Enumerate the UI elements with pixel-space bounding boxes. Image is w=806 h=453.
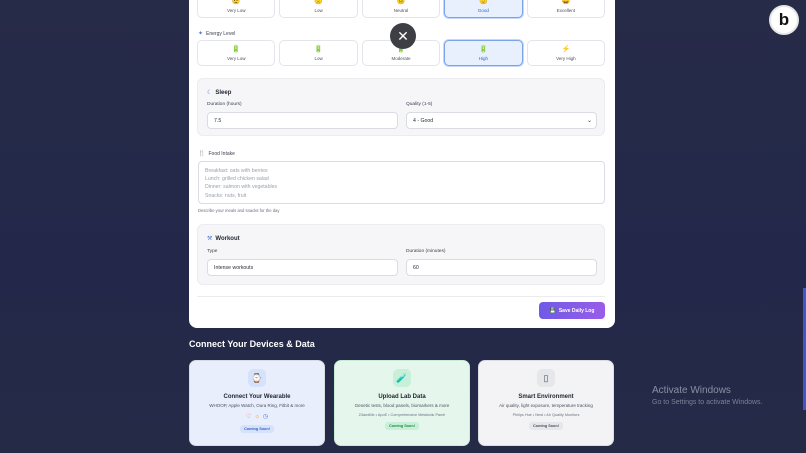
activate-windows-title: Activate Windows [652,385,731,396]
tablet-icon: ▯ [537,369,555,387]
mood-face-icon: 😄 [561,0,571,5]
workout-type-label: Type [207,249,218,254]
mood-face-icon: 😟 [231,0,241,5]
mood-option-good[interactable]: 🙂 Good [444,0,523,18]
lightning-icon: ⚡ [561,45,571,53]
activate-windows-subtitle: Go to Settings to activate Windows. [652,399,763,406]
chevron-down-icon: ⌄ [586,118,592,124]
food-intake-label: 🍴 Food Intake [198,150,235,158]
clock-icon: ◷ [262,414,269,420]
sleep-quality-label: Quality (1-5) [406,102,433,107]
devices-heading: Connect Your Devices & Data [189,339,315,349]
device-card-title: Connect Your Wearable [223,394,291,400]
sleep-quality-select[interactable]: 4 - Good ⌄ [406,112,597,129]
sleep-title-text: Sleep [215,89,232,96]
food-intake-text: Food Intake [208,150,235,157]
energy-option-high[interactable]: 🔋 High [444,40,523,66]
workout-duration-label: Duration (minutes) [406,249,446,254]
save-icon: 💾 [549,307,556,314]
device-card-lab[interactable]: 🧪 Upload Lab Data Genetic tests, blood p… [334,360,470,446]
energy-level-label: ✦ Energy Level [198,30,236,38]
watch-icon: ⌚ [248,369,266,387]
save-daily-log-button[interactable]: 💾 Save Daily Log [539,302,605,319]
sparkle-icon: ✦ [198,31,204,37]
food-intake-hint: Describe your meals and snacks for the d… [198,208,280,213]
sleep-duration-label: Duration (hours) [207,102,242,107]
device-card-desc: Genetic tests, blood panels, biomarkers … [354,403,450,408]
device-card-desc: WHOOP, Apple Watch, Oura Ring, Fitbit & … [209,403,305,408]
logo-letter: b [778,10,790,29]
device-card-environment[interactable]: ▯ Smart Environment Air quality, light e… [478,360,614,446]
close-icon[interactable]: ✕ [390,23,416,49]
brand-logo[interactable]: b [769,5,799,35]
workout-type-input[interactable]: Intense workouts [207,259,398,276]
coming-soon-badge: Coming Soon! [529,422,563,430]
mood-option-label: Very Low [226,7,246,13]
food-intake-textarea[interactable]: Breakfast: oats with berries Lunch: gril… [198,161,605,204]
energy-option-label: Very Low [226,55,246,61]
mood-option-low[interactable]: 🙁 Low [279,0,358,18]
form-divider [197,296,605,297]
mood-option-label: Excellent [556,7,575,13]
energy-option-label: High [478,55,489,61]
energy-level-text: Energy Level [206,30,236,37]
battery-icon: 🔋 [231,45,241,53]
placeholder-line: Dinner: salmon with vegetables [205,184,278,191]
mood-face-icon: 🙁 [314,0,323,5]
save-button-label: Save Daily Log [558,307,595,314]
placeholder-line: Lunch: grilled chicken salad [205,176,269,183]
mood-face-icon: 🙂 [479,0,488,5]
placeholder-line: Snacks: nuts, fruit [205,192,247,199]
placeholder-line: Breakfast: oats with berries [205,168,268,174]
test-tube-icon: 🧪 [393,369,411,387]
energy-option-label: Very High [556,55,576,61]
coming-soon-badge: Coming Soon! [385,422,419,430]
workout-title-text: Workout [215,235,240,242]
mood-option-label: Neutral [393,7,409,13]
sleep-duration-input[interactable]: 7.5 [207,112,398,129]
device-card-desc: Air quality, light exposure, temperature… [499,403,593,408]
device-card-title: Upload Lab Data [378,394,426,400]
device-card-wearable[interactable]: ⌚ Connect Your Wearable WHOOP, Apple Wat… [189,360,325,446]
device-card-sub: 23andMe • ApoE • Comprehensive Metabolic… [358,413,446,417]
mood-option-label: Low [314,7,323,13]
sleep-quality-value: 4 - Good [413,117,434,124]
heart-icon: ♡ [245,414,252,420]
mood-face-icon: 😐 [396,0,406,5]
mood-option-excellent[interactable]: 😄 Excellent [526,0,606,18]
dumbbell-icon: ⚒ [207,236,213,242]
energy-option-label: Moderate [391,55,411,61]
daily-log-card: 😟 Very Low 🙁 Low 😐 Neutral 🙂 Good 😄 Excellent… [189,0,615,328]
device-card-title: Smart Environment [518,394,574,400]
battery-icon: 🔋 [479,45,488,53]
energy-option-label: Low [314,55,323,61]
wearable-mini-icons: ♡ ☼ ◷ [245,413,269,421]
sleep-title: ☾ Sleep [207,89,232,97]
energy-option-very-high[interactable]: ⚡ Very High [526,40,606,66]
mood-option-neutral[interactable]: 😐 Neutral [361,0,441,18]
sun-icon: ☼ [254,413,260,420]
device-card-sub: Philips Hue • Nest • Air Quality Monitor… [512,413,580,417]
utensils-icon: 🍴 [198,151,206,157]
moon-icon: ☾ [207,90,213,96]
workout-panel: ⚒ Workout Type Intense workouts Duration… [197,224,605,285]
mood-option-very-low[interactable]: 😟 Very Low [197,0,276,18]
energy-option-low[interactable]: 🔋 Low [279,40,358,66]
mood-options: 😟 Very Low 🙁 Low 😐 Neutral 🙂 Good 😄 Excellent [197,0,606,18]
energy-option-very-low[interactable]: 🔋 Very Low [197,40,276,66]
battery-icon: 🔋 [314,45,323,53]
workout-duration-input[interactable]: 60 [406,259,597,276]
mood-option-label: Good [477,7,489,13]
workout-title: ⚒ Workout [207,235,240,243]
coming-soon-badge: Coming Soon! [240,425,274,433]
sleep-panel: ☾ Sleep Duration (hours) 7.5 Quality (1-… [197,78,605,136]
